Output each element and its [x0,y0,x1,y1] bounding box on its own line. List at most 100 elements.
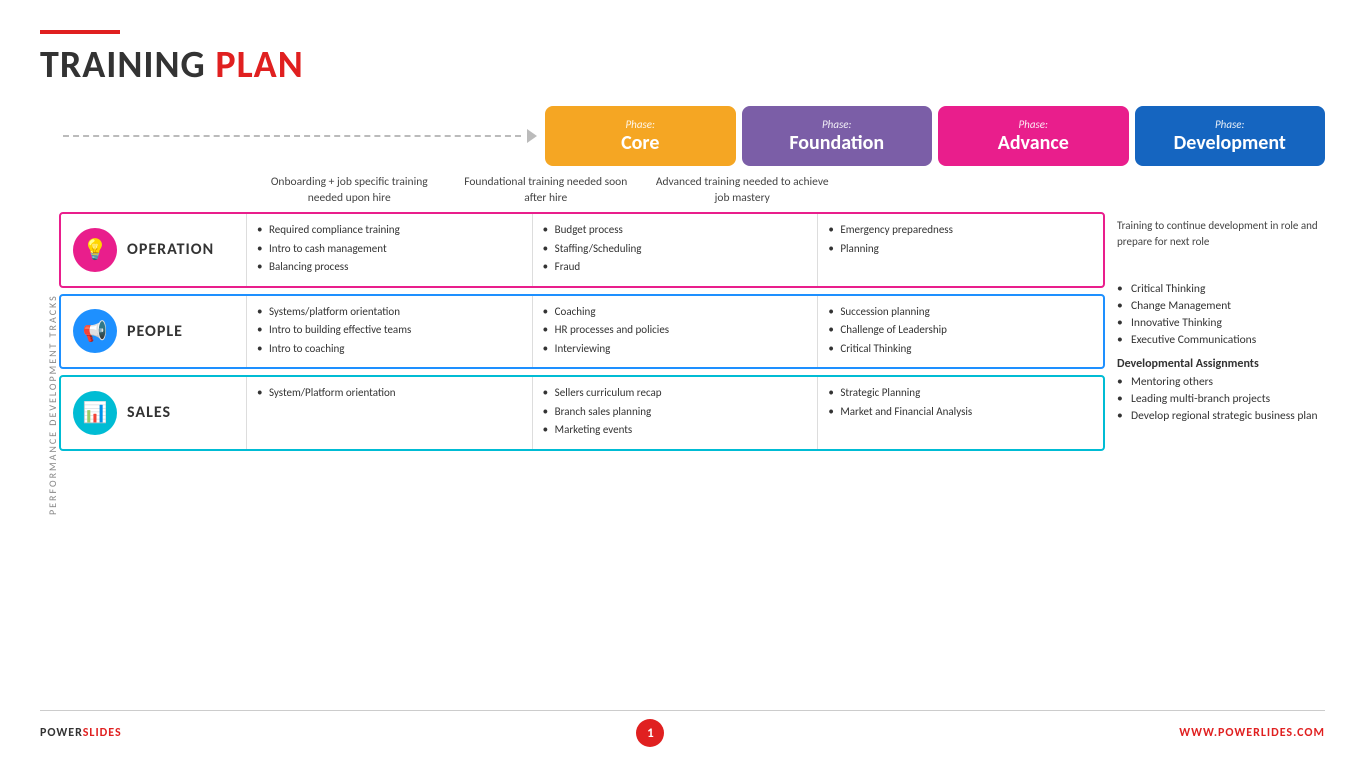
desc-foundation: Foundational training needed soon after … [451,172,642,208]
phase-development: Phase: Development [1135,106,1326,166]
list-item: Interviewing [543,341,808,358]
desc-cols: Onboarding + job specific training neede… [254,172,1034,208]
list-item: System/Platform orientation [257,385,522,402]
operation-core-list: Required compliance training Intro to ca… [257,222,522,276]
people-core-cell: Systems/platform orientation Intro to bu… [246,296,532,368]
sales-name: SALES [127,403,171,422]
tracks-area: 💡 OPERATION Required compliance training… [59,212,1105,704]
list-item: Market and Financial Analysis [828,404,1093,421]
track-row-operation: 💡 OPERATION Required compliance training… [59,212,1105,288]
track-row-people: 📢 PEOPLE Systems/platform orientation In… [59,294,1105,370]
phase-core: Phase: Core [545,106,736,166]
operation-name: OPERATION [127,240,214,259]
phase-advance-label: Phase: [948,118,1119,131]
phase-core-name: Core [555,131,726,155]
track-row-sales: 📊 SALES System/Platform orientation [59,375,1105,451]
operation-icon: 💡 [73,228,117,272]
list-item: Systems/platform orientation [257,304,522,321]
vertical-label: PERFORMANCE DEVELOPMENT TRACKS [40,106,59,704]
people-advance-list: Succession planning Challenge of Leaders… [828,304,1093,358]
list-item: Budget process [543,222,808,239]
list-item: Intro to building effective teams [257,322,522,339]
list-item: Planning [828,241,1093,258]
operation-cells: Required compliance training Intro to ca… [246,214,1103,286]
list-item: Sellers curriculum recap [543,385,808,402]
sales-core-list: System/Platform orientation [257,385,522,402]
dev-skills-list: Critical Thinking Change Management Inno… [1117,282,1325,347]
list-item: Challenge of Leadership [828,322,1093,339]
operation-core-cell: Required compliance training Intro to ca… [246,214,532,286]
title-part2: PLAN [215,42,303,88]
people-cells: Systems/platform orientation Intro to bu… [246,296,1103,368]
operation-advance-list: Emergency preparedness Planning [828,222,1093,257]
dev-skill: Executive Communications [1117,333,1325,347]
dev-assignment: Develop regional strategic business plan [1117,409,1325,423]
sales-core-cell: System/Platform orientation [246,377,532,449]
sales-icon: 📊 [73,391,117,435]
track-label-sales: 📊 SALES [61,377,246,449]
list-item: Coaching [543,304,808,321]
table-area: Phase: Core Phase: Foundation Phase: Adv… [59,106,1325,704]
dev-assignments-list: Mentoring others Leading multi-branch pr… [1117,375,1325,423]
list-item: Fraud [543,259,808,276]
list-item: HR processes and policies [543,322,808,339]
footer-left: POWERSLIDES [40,726,122,740]
list-item: Branch sales planning [543,404,808,421]
list-item: Balancing process [257,259,522,276]
list-item: Required compliance training [257,222,522,239]
dev-col: Training to continue development in role… [1105,212,1325,704]
tracks-and-dev: 💡 OPERATION Required compliance training… [59,212,1325,704]
sales-foundation-cell: Sellers curriculum recap Branch sales pl… [532,377,818,449]
list-item: Marketing events [543,422,808,439]
title-part1: TRAINING [40,42,215,88]
dev-header: Training to continue development in role… [1117,212,1325,282]
phase-core-label: Phase: [555,118,726,131]
dev-desc: Training to continue development in role… [1117,216,1325,249]
dev-skill: Change Management [1117,299,1325,313]
phase-advance-name: Advance [948,131,1119,155]
sales-foundation-list: Sellers curriculum recap Branch sales pl… [543,385,808,439]
dashed-line [63,135,521,137]
header-line [40,30,120,34]
track-label-people: 📢 PEOPLE [61,296,246,368]
phase-foundation: Phase: Foundation [742,106,933,166]
sales-advance-list: Strategic Planning Market and Financial … [828,385,1093,420]
arrow-right [527,129,537,143]
desc-core: Onboarding + job specific training neede… [254,172,445,208]
dev-assignment: Mentoring others [1117,375,1325,389]
footer-page-number: 1 [636,719,664,747]
list-item: Staffing/Scheduling [543,241,808,258]
list-item: Intro to coaching [257,341,522,358]
people-icon: 📢 [73,309,117,353]
operation-foundation-list: Budget process Staffing/Scheduling Fraud [543,222,808,276]
operation-advance-cell: Emergency preparedness Planning [817,214,1103,286]
dev-skill: Innovative Thinking [1117,316,1325,330]
page-title: TRAINING PLAN [40,42,1325,88]
list-item: Intro to cash management [257,241,522,258]
people-core-list: Systems/platform orientation Intro to bu… [257,304,522,358]
phase-foundation-name: Foundation [752,131,923,155]
people-advance-cell: Succession planning Challenge of Leaders… [817,296,1103,368]
list-item: Strategic Planning [828,385,1093,402]
footer-right: WWW.POWERLIDES.COM [1179,726,1325,740]
track-label-operation: 💡 OPERATION [61,214,246,286]
phase-dev-label: Phase: [1145,118,1316,131]
people-foundation-cell: Coaching HR processes and policies Inter… [532,296,818,368]
dev-skill: Critical Thinking [1117,282,1325,296]
desc-development [844,172,1035,208]
list-item: Critical Thinking [828,341,1093,358]
list-item: Succession planning [828,304,1093,321]
phases-row: Phase: Core Phase: Foundation Phase: Adv… [59,106,1325,166]
phase-cols: Phase: Core Phase: Foundation Phase: Adv… [545,106,1325,166]
phase-arrow-line [59,129,537,143]
people-name: PEOPLE [127,322,183,341]
dev-assignment: Leading multi-branch projects [1117,392,1325,406]
phase-advance: Phase: Advance [938,106,1129,166]
list-item: Emergency preparedness [828,222,1093,239]
people-foundation-list: Coaching HR processes and policies Inter… [543,304,808,358]
desc-spacer [59,172,254,208]
desc-row: Onboarding + job specific training neede… [59,172,1325,208]
main-content: PERFORMANCE DEVELOPMENT TRACKS Phase: Co… [40,106,1325,704]
operation-foundation-cell: Budget process Staffing/Scheduling Fraud [532,214,818,286]
phase-foundation-label: Phase: [752,118,923,131]
